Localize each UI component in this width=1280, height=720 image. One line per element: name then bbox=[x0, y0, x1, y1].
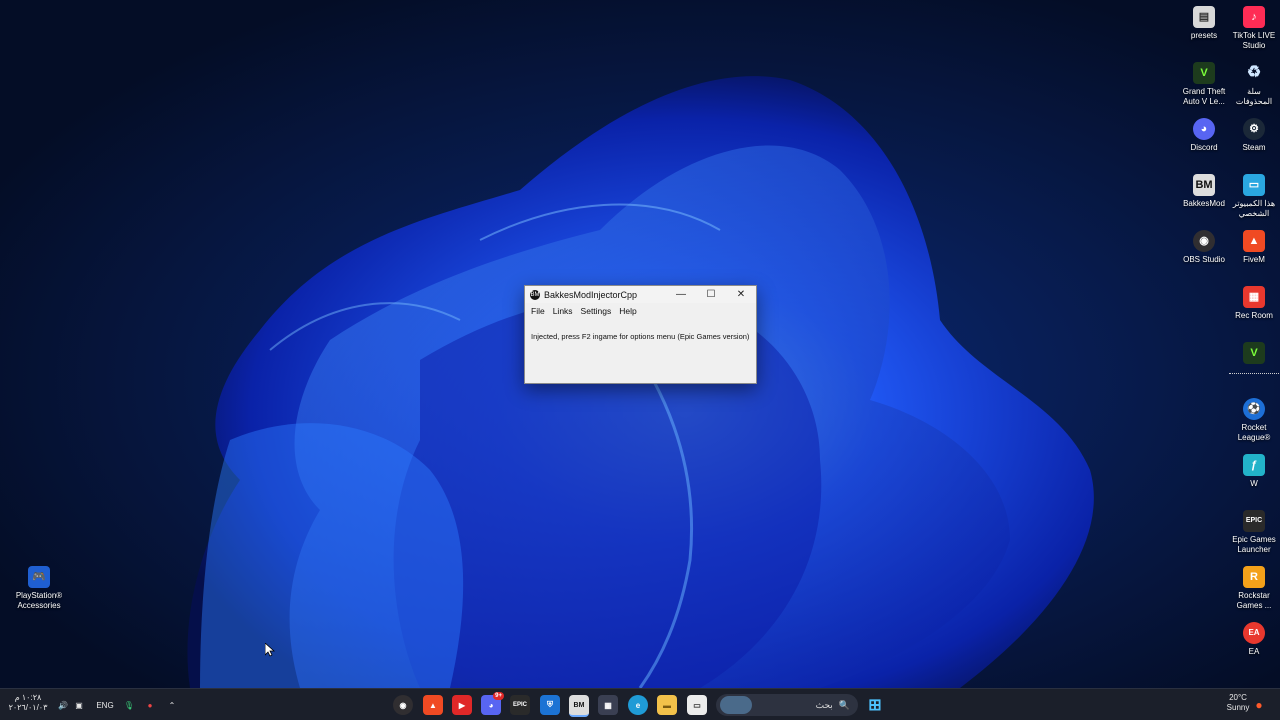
desktop-icon-fivem[interactable]: ▲ FiveM bbox=[1229, 230, 1279, 265]
file-icon: ▤ bbox=[1193, 6, 1215, 28]
desktop-icon-label: BakkesMod bbox=[1183, 199, 1225, 208]
desktop-icon-epic-games[interactable]: EPIC Epic Games Launcher bbox=[1229, 510, 1279, 555]
chevron-up-icon[interactable]: ⌃ bbox=[165, 695, 179, 715]
clock-time: ١٠:٢٨ م bbox=[14, 693, 42, 702]
taskbar-shield-icon[interactable]: ⛨ bbox=[540, 695, 560, 715]
steam-icon: ⚙ bbox=[1243, 118, 1265, 140]
clock-date: ٢٠٢٦/٠١/٠٣ bbox=[8, 703, 48, 712]
status-message: Injected, press F2 ingame for options me… bbox=[531, 332, 750, 341]
tray-app-icon[interactable]: ● bbox=[143, 695, 157, 715]
discord-icon: ◕ bbox=[1193, 118, 1215, 140]
menu-help[interactable]: Help bbox=[615, 306, 640, 316]
ea-icon: EA bbox=[1243, 622, 1265, 644]
mouse-cursor-icon bbox=[265, 643, 275, 657]
taskbar-app-icon[interactable]: ▭ bbox=[687, 695, 707, 715]
app-icon: BM bbox=[530, 289, 540, 300]
search-widget-icon bbox=[720, 696, 752, 714]
start-button[interactable]: ⊞ bbox=[865, 695, 885, 715]
desktop-icon-presets[interactable]: ▤ presets bbox=[1179, 6, 1229, 41]
bakkesmod-icon: BM bbox=[1193, 174, 1215, 196]
microphone-icon[interactable]: 🎙 bbox=[123, 695, 135, 715]
desktop-icon-label: OBS Studio bbox=[1183, 255, 1225, 264]
weather-desc: Sunny bbox=[1226, 703, 1250, 712]
recroom-icon: ▦ bbox=[1243, 286, 1265, 308]
desktop-icon-label: W bbox=[1250, 479, 1258, 488]
desktop-icon-gta-shortcut[interactable]: V bbox=[1229, 342, 1279, 374]
clock[interactable]: ١٠:٢٨ م ٢٠٢٦/٠١/٠٣ bbox=[8, 693, 48, 713]
taskbar-youtube-icon[interactable]: ▶ bbox=[452, 695, 472, 715]
close-button[interactable]: ✕ bbox=[726, 286, 756, 303]
volume-icon[interactable]: 🔊 bbox=[56, 695, 70, 715]
window-title: BakkesModInjectorCpp bbox=[544, 289, 638, 300]
desktop-icon-obs[interactable]: ◉ OBS Studio bbox=[1179, 230, 1229, 265]
desktop-icon-label: Discord bbox=[1190, 143, 1218, 152]
desktop-icon-discord[interactable]: ◕ Discord bbox=[1179, 118, 1229, 153]
desktop-icon-label: Steam bbox=[1242, 143, 1266, 152]
desktop-icon-rockstar[interactable]: R Rockstar Games ... bbox=[1229, 566, 1279, 611]
desktop-icon-label: Rockstar Games ... bbox=[1236, 591, 1272, 610]
epic-games-icon: EPIC bbox=[1243, 510, 1265, 532]
taskbar-discord-icon[interactable]: ◕ 9+ bbox=[481, 692, 504, 715]
weather-temp: 20°C bbox=[1229, 693, 1247, 702]
taskbar-store-icon[interactable]: ▦ bbox=[598, 695, 618, 715]
menu-bar: File Links Settings Help bbox=[525, 303, 756, 319]
menu-settings[interactable]: Settings bbox=[577, 306, 616, 316]
desktop-icon-ea[interactable]: EA EA bbox=[1229, 622, 1279, 657]
desktop-icon-label: Rec Room bbox=[1235, 311, 1273, 320]
desktop-icon-label: presets bbox=[1190, 31, 1218, 40]
desktop-icon-label: EA bbox=[1248, 647, 1260, 656]
desktop-icon-label: Epic Games Launcher bbox=[1232, 535, 1276, 554]
desktop-icon-label: هذا الكمبيوتر الشخصي bbox=[1232, 199, 1276, 218]
search-icon: 🔍 bbox=[838, 699, 850, 710]
desktop-icon-rocket-league[interactable]: ⚽ Rocket League® bbox=[1229, 398, 1279, 443]
taskbar-fivem-icon[interactable]: ▲ bbox=[423, 695, 443, 715]
gta-icon: V bbox=[1193, 62, 1215, 84]
desktop-icon-label: TikTok LIVE Studio bbox=[1232, 31, 1276, 50]
window-content: Injected, press F2 ingame for options me… bbox=[525, 319, 756, 381]
menu-file[interactable]: File bbox=[527, 306, 549, 316]
gta-shortcut-icon: V bbox=[1243, 342, 1265, 364]
desktop-icon-rec-room[interactable]: ▦ Rec Room bbox=[1229, 286, 1279, 321]
notification-badge: 9+ bbox=[493, 692, 504, 700]
desktop-icon-label: سلة المحذوفات bbox=[1235, 87, 1273, 106]
recycle-bin-icon: ♻ bbox=[1246, 64, 1262, 81]
w-app-icon: ƒ bbox=[1243, 454, 1265, 476]
taskbar-edge-icon[interactable]: e bbox=[628, 695, 648, 715]
window-titlebar[interactable]: BM BakkesModInjectorCpp — ☐ ✕ bbox=[525, 286, 756, 303]
desktop-icon-steam[interactable]: ⚙ Steam bbox=[1229, 118, 1279, 153]
taskbar: ١٠:٢٨ م ٢٠٢٦/٠١/٠٣ 🔊 ▣ ENG 🎙 ● ⌃ ◉ ▲ ▶ ◕… bbox=[0, 688, 1280, 720]
desktop-icon-label: Grand Theft Auto V Le... bbox=[1182, 87, 1226, 106]
desktop-icon-bakkesmod[interactable]: BM BakkesMod bbox=[1179, 174, 1229, 209]
bakkesmod-injector-window[interactable]: BM BakkesModInjectorCpp — ☐ ✕ File Links… bbox=[524, 285, 757, 384]
minimize-button[interactable]: — bbox=[666, 286, 696, 303]
playstation-icon: 🎮 bbox=[28, 566, 50, 588]
rocket-league-icon: ⚽ bbox=[1243, 398, 1265, 420]
fivem-icon: ▲ bbox=[1243, 230, 1265, 252]
desktop-icon-recycle-bin[interactable]: ♻ سلة المحذوفات bbox=[1229, 62, 1279, 107]
desktop-icon-label: Rocket League® bbox=[1237, 423, 1271, 442]
maximize-button[interactable]: ☐ bbox=[696, 286, 726, 303]
desktop-icon-label: PlayStation® Accessories bbox=[15, 591, 63, 610]
taskbar-epic-icon[interactable]: EPIC bbox=[510, 695, 530, 715]
rockstar-icon: R bbox=[1243, 566, 1265, 588]
search-placeholder: بحث bbox=[815, 699, 833, 710]
language-indicator[interactable]: ENG bbox=[94, 695, 116, 715]
tiktok-icon: ♪ bbox=[1243, 6, 1265, 28]
menu-links[interactable]: Links bbox=[549, 306, 577, 316]
network-icon[interactable]: ▣ bbox=[72, 695, 86, 715]
desktop-icon-playstation-accessories[interactable]: 🎮 PlayStation® Accessories bbox=[14, 566, 64, 611]
sun-icon: ● bbox=[1255, 698, 1263, 712]
taskbar-obs-icon[interactable]: ◉ bbox=[393, 695, 413, 715]
obs-icon: ◉ bbox=[1193, 230, 1215, 252]
search-input[interactable]: بحث 🔍 bbox=[716, 694, 858, 716]
desktop-icon-label: FiveM bbox=[1243, 255, 1265, 264]
desktop-icon-tiktok[interactable]: ♪ TikTok LIVE Studio bbox=[1229, 6, 1279, 51]
desktop-icon-w[interactable]: ƒ W bbox=[1229, 454, 1279, 489]
taskbar-file-explorer-icon[interactable]: ▬ bbox=[657, 695, 677, 715]
taskbar-bakkesmod-icon[interactable]: BM bbox=[569, 695, 589, 717]
desktop-icon-gta[interactable]: V Grand Theft Auto V Le... bbox=[1179, 62, 1229, 107]
desktop-icon-this-pc[interactable]: ▭ هذا الكمبيوتر الشخصي bbox=[1229, 174, 1279, 219]
computer-icon: ▭ bbox=[1243, 174, 1265, 196]
